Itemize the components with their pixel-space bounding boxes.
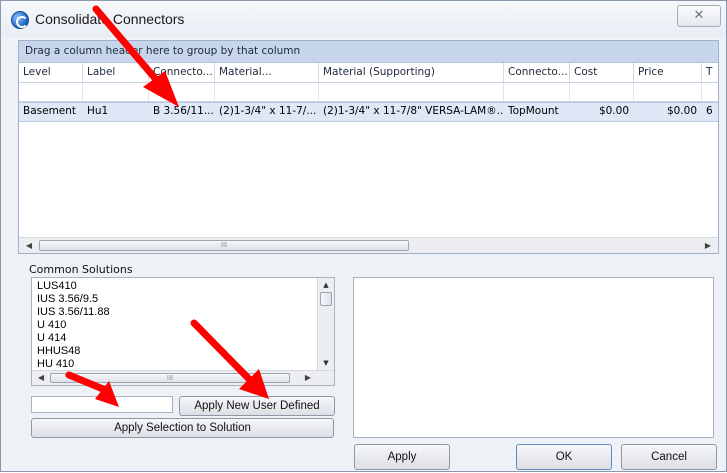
common-solutions-list[interactable]: LUS410 IUS 3.56/9.5 IUS 3.56/11.88 U 410… (31, 277, 335, 386)
list-vertical-thumb[interactable] (320, 292, 332, 306)
cell-level: Basement (23, 105, 77, 117)
app-icon (11, 11, 29, 29)
filter-cell[interactable] (570, 83, 634, 101)
cell-cost: $0.00 (598, 105, 629, 117)
scroll-right-icon[interactable]: ▶ (300, 371, 316, 385)
solution-details-panel (353, 277, 714, 438)
cell-material: (2)1-3/4" x 11-7/... (219, 105, 317, 117)
filter-cell[interactable] (83, 83, 149, 101)
scroll-right-icon[interactable]: ▶ (700, 238, 716, 253)
column-header-material[interactable]: Material... (215, 63, 319, 83)
list-item[interactable]: LUS410 (37, 280, 77, 292)
list-vertical-scrollbar[interactable]: ▲ ▼ (317, 278, 334, 370)
column-header-label[interactable]: Label (83, 63, 149, 83)
scroll-left-icon[interactable]: ◀ (21, 238, 37, 253)
grip-icon: III (220, 241, 228, 249)
filter-row (19, 83, 718, 102)
column-header-t[interactable]: T (702, 63, 718, 83)
cell-material-supporting: (2)1-3/4" x 11-7/8" VERSA-LAM®... (323, 105, 504, 117)
column-header-cost[interactable]: Cost (570, 63, 634, 83)
list-item[interactable]: U 410 (37, 319, 66, 331)
grid-scroll-thumb[interactable]: III (39, 240, 409, 251)
apply-selection-to-solution-button[interactable]: Apply Selection to Solution (31, 418, 334, 438)
filter-cell[interactable] (215, 83, 319, 101)
apply-new-user-defined-button[interactable]: Apply New User Defined (179, 396, 335, 416)
grid-horizontal-scrollbar[interactable]: ◀ III ▶ (19, 237, 718, 253)
table-row[interactable]: Basement Hu1 B 3.56/11... (2)1-3/4" x 11… (19, 102, 718, 122)
column-header-connector[interactable]: Connecto... (149, 63, 215, 83)
list-item[interactable]: U 414 (37, 332, 66, 344)
column-header-connector-type[interactable]: Connecto... (504, 63, 570, 83)
column-header-level[interactable]: Level (19, 63, 83, 83)
list-item[interactable]: HU 410 (37, 358, 74, 369)
list-item[interactable]: IUS 3.56/11.88 (37, 306, 110, 318)
close-button[interactable]: ✕ (677, 5, 721, 27)
column-header-material-supporting[interactable]: Material (Supporting) (319, 63, 504, 83)
list-item[interactable]: HHUS48 (37, 345, 80, 357)
filter-cell[interactable] (634, 83, 702, 101)
scroll-up-icon[interactable]: ▲ (318, 278, 334, 292)
cell-connector-type: TopMount (508, 105, 559, 117)
apply-button[interactable]: Apply (354, 444, 450, 470)
consolidate-connectors-dialog: Consolidate Connectors ✕ Drag a column h… (0, 0, 727, 472)
window-title: Consolidate Connectors (35, 11, 185, 27)
cell-price: $0.00 (666, 105, 697, 117)
close-icon: ✕ (693, 8, 705, 23)
column-header-price[interactable]: Price (634, 63, 702, 83)
ok-button[interactable]: OK (516, 444, 612, 470)
common-solutions-label: Common Solutions (29, 263, 133, 276)
cell-t: 6 (706, 105, 713, 117)
title-bar: Consolidate Connectors ✕ (1, 1, 726, 37)
scroll-left-icon[interactable]: ◀ (33, 371, 49, 385)
list-horizontal-scrollbar[interactable]: ◀ III ▶ (32, 370, 334, 385)
filter-cell[interactable] (319, 83, 504, 101)
cell-connector: B 3.56/11... (153, 105, 214, 117)
user-defined-input[interactable] (31, 396, 173, 413)
column-header-row: Level Label Connecto... Material... Mate… (19, 63, 718, 83)
filter-cell[interactable] (504, 83, 570, 101)
group-by-panel[interactable]: Drag a column header here to group by th… (19, 41, 718, 63)
scroll-down-icon[interactable]: ▼ (318, 356, 334, 370)
list-horizontal-thumb[interactable]: III (50, 373, 290, 383)
list-item[interactable]: IUS 3.56/9.5 (37, 293, 98, 305)
cell-label: Hu1 (87, 105, 109, 117)
connectors-grid: Drag a column header here to group by th… (18, 40, 719, 254)
cancel-button[interactable]: Cancel (621, 444, 717, 470)
filter-cell[interactable] (149, 83, 215, 101)
grip-icon: III (166, 374, 174, 382)
filter-cell[interactable] (19, 83, 83, 101)
